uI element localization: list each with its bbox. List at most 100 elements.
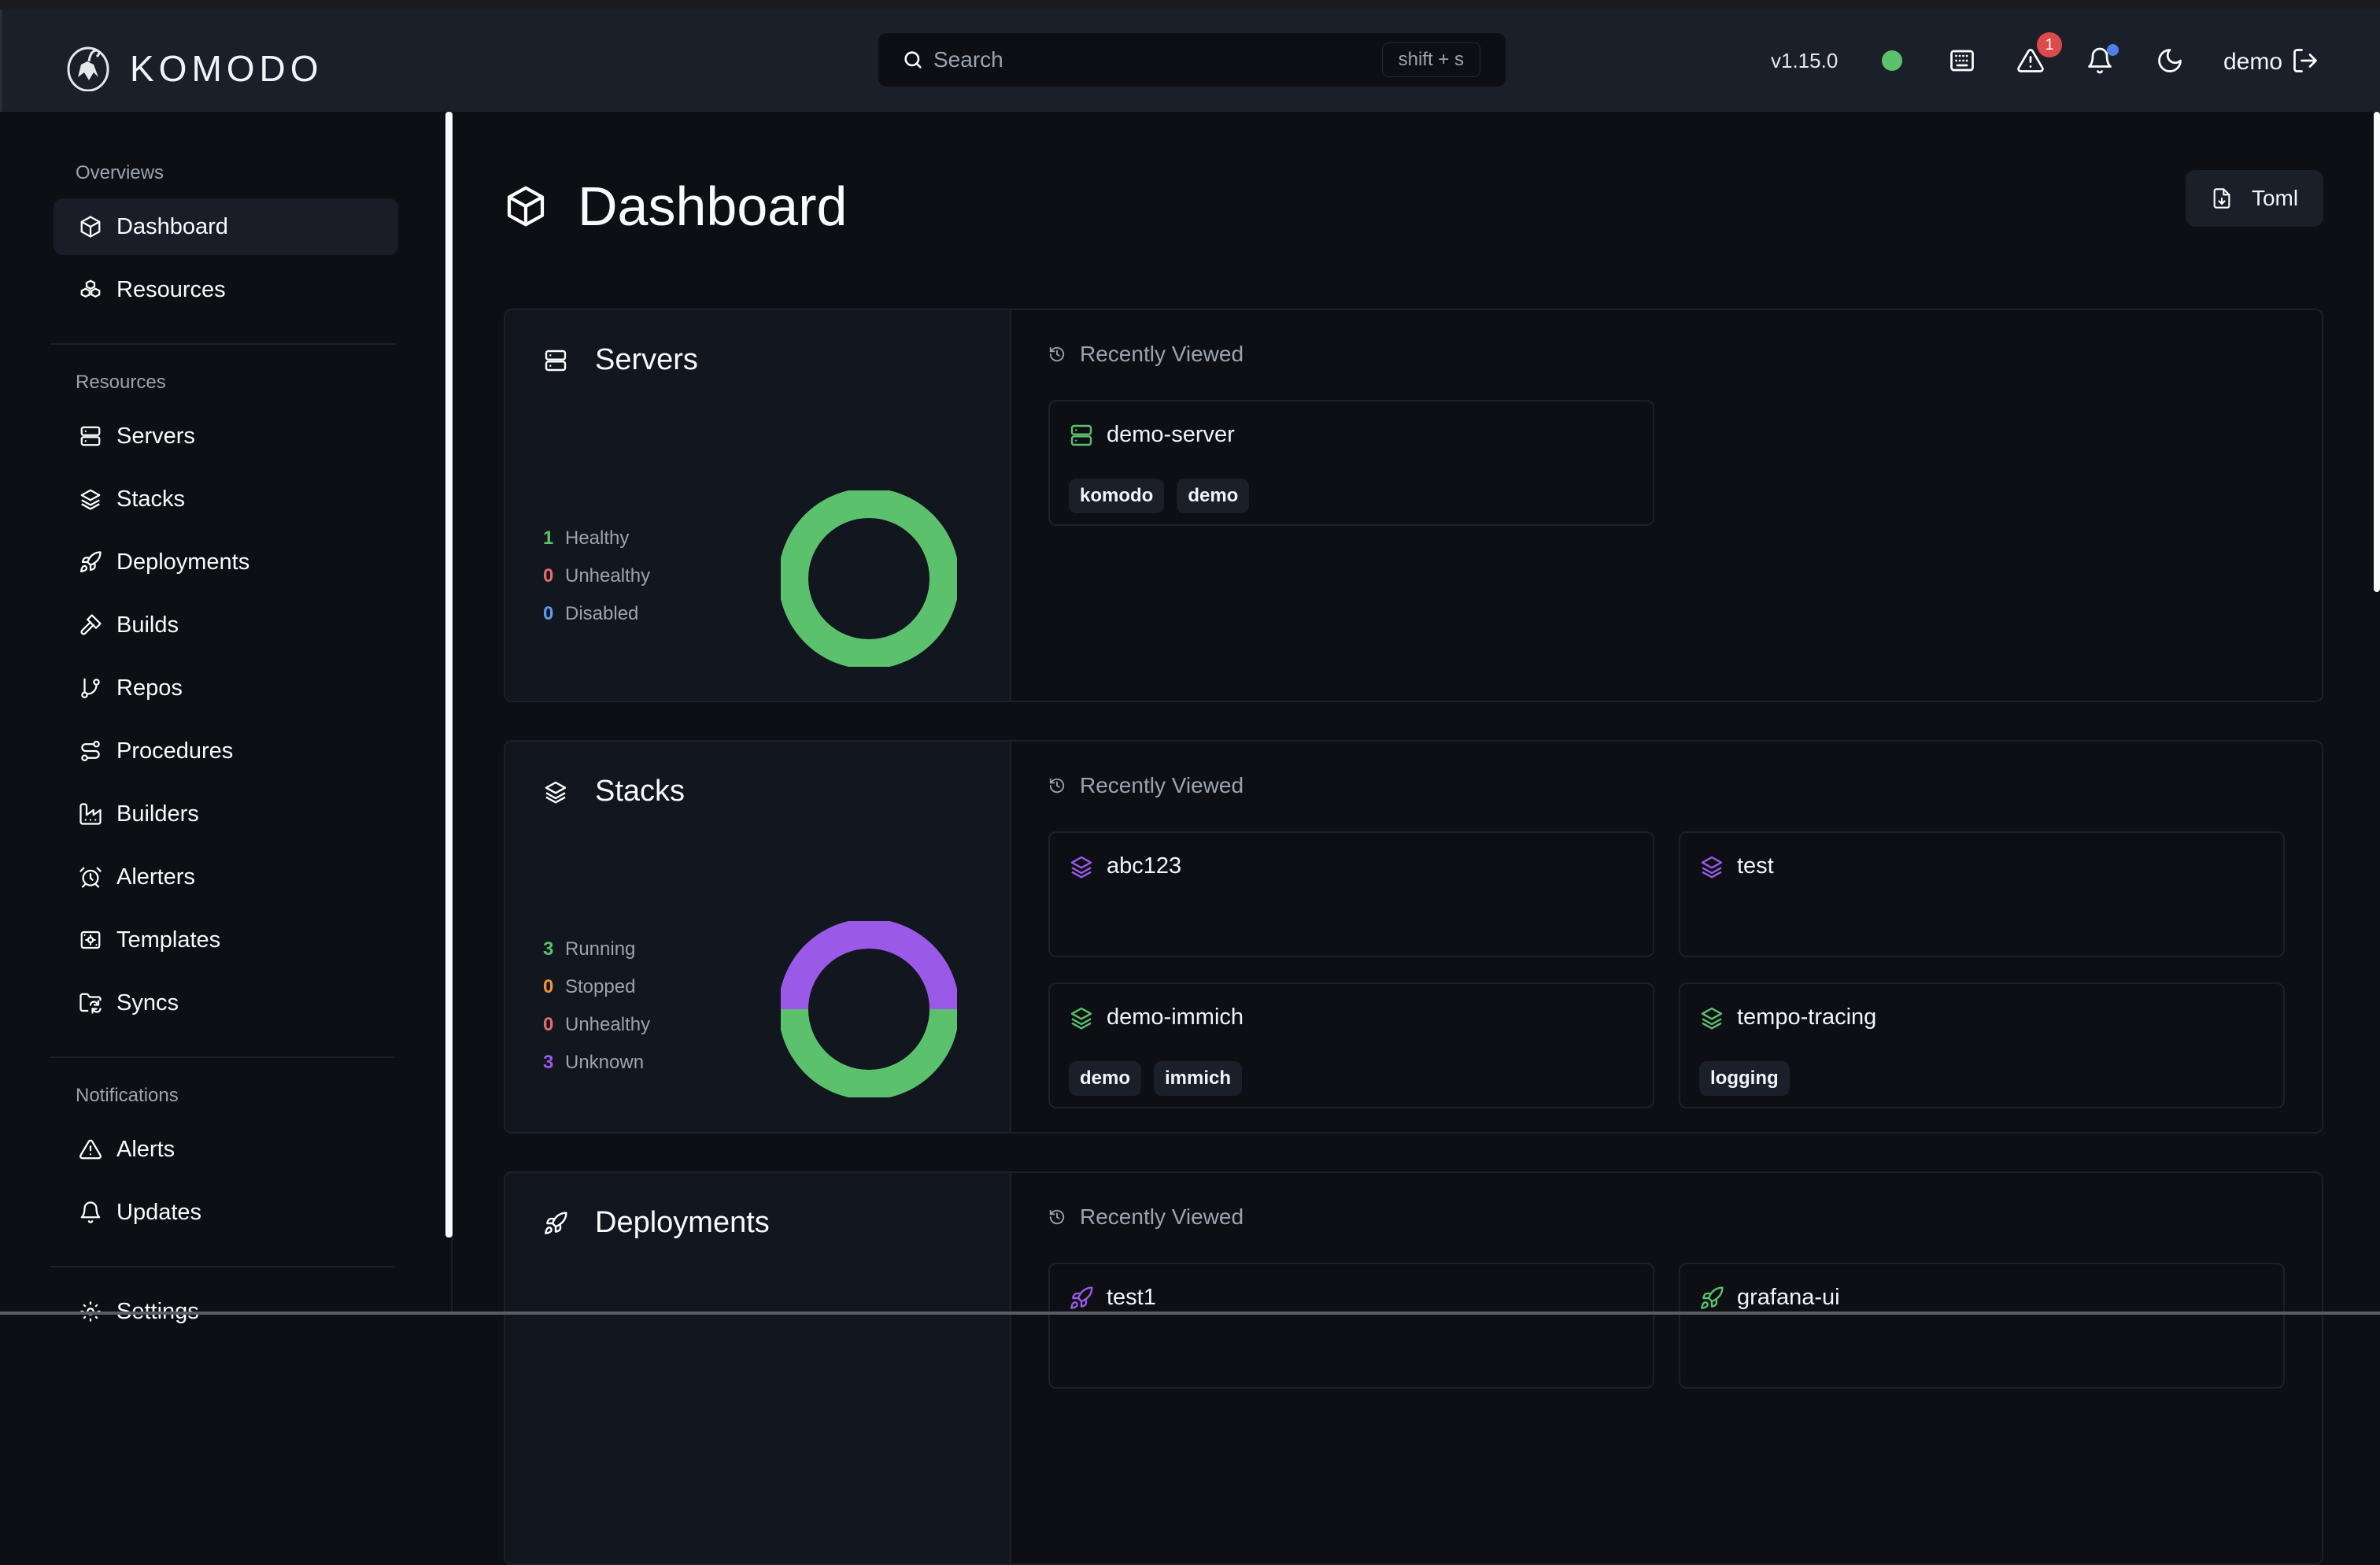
rocket-icon (1070, 1286, 1093, 1309)
legend-unhealthy: 0 Unhealthy (543, 1006, 650, 1044)
recent-deployment-card[interactable]: grafana-ui (1679, 1263, 2285, 1389)
sidebar-item-label: Dashboard (116, 213, 228, 239)
recently-viewed-label: Recently Viewed (1080, 773, 1244, 797)
route-icon (81, 741, 100, 761)
recent-stack-card[interactable]: tempo-tracing logging (1679, 982, 2285, 1108)
recent-stack-card[interactable]: abc123 (1048, 831, 1654, 957)
recent-item-name: tempo-tracing (1737, 1004, 1877, 1030)
updates-indicator-dot (2107, 44, 2119, 56)
template-icon (80, 930, 101, 949)
legend-stopped: 0 Stopped (543, 968, 650, 1006)
recent-item-name: demo-server (1107, 422, 1235, 447)
sidebar-item-label: Templates (116, 927, 221, 953)
sidebar-item-updates[interactable]: Updates (54, 1184, 398, 1241)
recent-deployment-card[interactable]: test1 (1048, 1263, 1654, 1389)
window-bottom-edge (0, 1312, 2380, 1315)
recent-server-card[interactable]: demo-server komodo demo (1048, 400, 1654, 526)
server-icon (1070, 424, 1092, 446)
layers-icon (80, 489, 101, 510)
version-label: v1.15.0 (1771, 48, 1839, 72)
export-toml-button[interactable]: Toml (2186, 170, 2323, 227)
sidebar-item-dashboard[interactable]: Dashboard (54, 198, 398, 255)
deployments-card-title: Deployments (595, 1206, 770, 1239)
legend-disabled: 0 Disabled (543, 595, 650, 633)
recent-item-name: test (1737, 853, 1774, 879)
tag[interactable]: immich (1154, 1061, 1243, 1096)
sidebar-item-deployments[interactable]: Deployments (54, 534, 398, 590)
recent-stack-card[interactable]: test (1679, 831, 2285, 957)
rocket-icon (545, 1211, 567, 1234)
legend-healthy: 1 Healthy (543, 520, 650, 557)
sidebar-item-label: Alerters (116, 864, 195, 890)
user-menu[interactable]: demo (2223, 49, 2282, 76)
git-branch-icon (81, 678, 100, 698)
server-icon (545, 350, 567, 371)
legend-count: 0 (543, 1014, 554, 1035)
connection-status-dot (1882, 50, 1902, 71)
legend-running: 3 Running (543, 930, 650, 968)
logout-button[interactable] (2291, 46, 2319, 75)
sidebar-item-alerts[interactable]: Alerts (54, 1121, 398, 1178)
legend-count: 0 (543, 976, 554, 997)
servers-summary[interactable]: Servers 1 Healthy 0 Unhealthy 0 Disabled (505, 310, 1011, 701)
rocket-icon (80, 551, 102, 572)
stacks-legend: 3 Running 0 Stopped 0 Unhealthy 3 Unknown (543, 930, 650, 1082)
tag[interactable]: demo (1177, 479, 1250, 513)
sidebar-item-label: Stacks (116, 486, 186, 512)
sidebar-item-builds[interactable]: Builds (54, 597, 398, 653)
keyboard-shortcuts-button[interactable] (1948, 46, 1976, 75)
legend-count: 3 (543, 938, 554, 960)
stacks-donut-chart (781, 921, 957, 1097)
sidebar-section-resources: Resources (76, 372, 166, 393)
hammer-icon (80, 614, 102, 635)
page-title-text: Dashboard (578, 176, 848, 237)
server-icon (80, 426, 101, 446)
sidebar-divider (50, 1056, 395, 1058)
recently-viewed-header: Recently Viewed (1048, 1204, 1244, 1230)
recently-viewed-label: Recently Viewed (1080, 1204, 1244, 1229)
rocket-icon (1701, 1286, 1724, 1309)
servers-donut-chart (781, 490, 957, 667)
sidebar-item-stacks[interactable]: Stacks (54, 471, 398, 527)
recent-stack-card[interactable]: demo-immich demo immich (1048, 982, 1654, 1108)
alert-triangle-icon (79, 1139, 102, 1160)
deployments-summary[interactable]: Deployments (505, 1173, 1011, 1563)
legend-count: 1 (543, 527, 554, 549)
box-icon (80, 216, 101, 238)
recent-item-name: test1 (1107, 1285, 1156, 1310)
sidebar-item-repos[interactable]: Repos (54, 660, 398, 716)
sidebar-item-templates[interactable]: Templates (54, 912, 398, 968)
window-top-bar (0, 0, 2380, 9)
sidebar-item-resources[interactable]: Resources (54, 261, 398, 318)
sidebar-scrollbar[interactable] (445, 112, 453, 1238)
sidebar-item-alerters[interactable]: Alerters (54, 849, 398, 905)
sidebar-item-label: Procedures (116, 738, 234, 764)
legend-label: Disabled (565, 603, 639, 624)
sidebar-item-syncs[interactable]: Syncs (54, 975, 398, 1031)
file-download-icon (2213, 188, 2230, 209)
sidebar-item-label: Syncs (116, 990, 179, 1016)
alerts-count-badge: 1 (2037, 32, 2062, 57)
sidebar-item-builders[interactable]: Builders (54, 786, 398, 842)
komodo-logo-icon (67, 46, 109, 91)
servers-card-title: Servers (595, 343, 698, 376)
tag[interactable]: komodo (1069, 479, 1165, 513)
sidebar-item-servers[interactable]: Servers (54, 408, 398, 464)
legend-count: 0 (543, 603, 554, 624)
stacks-summary[interactable]: Stacks 3 Running 0 Stopped 0 Unhealthy 3 Unk… (505, 742, 1011, 1132)
sidebar-item-label: Deployments (116, 549, 250, 575)
tag[interactable]: demo (1069, 1061, 1142, 1096)
servers-card: Servers 1 Healthy 0 Unhealthy 0 Disabled Re… (504, 309, 2323, 702)
tag[interactable]: logging (1699, 1061, 1790, 1096)
search-input[interactable]: Search shift + s (878, 33, 1506, 87)
komodo-logo[interactable]: KOMODO (65, 46, 323, 91)
main-scrollbar[interactable] (2374, 112, 2380, 592)
app-name: KOMODO (130, 48, 323, 89)
search-placeholder: Search (933, 47, 1003, 72)
page-title: Dashboard (504, 175, 847, 238)
donut-segment-healthy (781, 490, 957, 667)
theme-toggle-button[interactable] (2156, 46, 2184, 75)
layers-icon (1070, 1007, 1092, 1030)
factory-icon (79, 803, 102, 825)
sidebar-item-procedures[interactable]: Procedures (54, 723, 398, 779)
